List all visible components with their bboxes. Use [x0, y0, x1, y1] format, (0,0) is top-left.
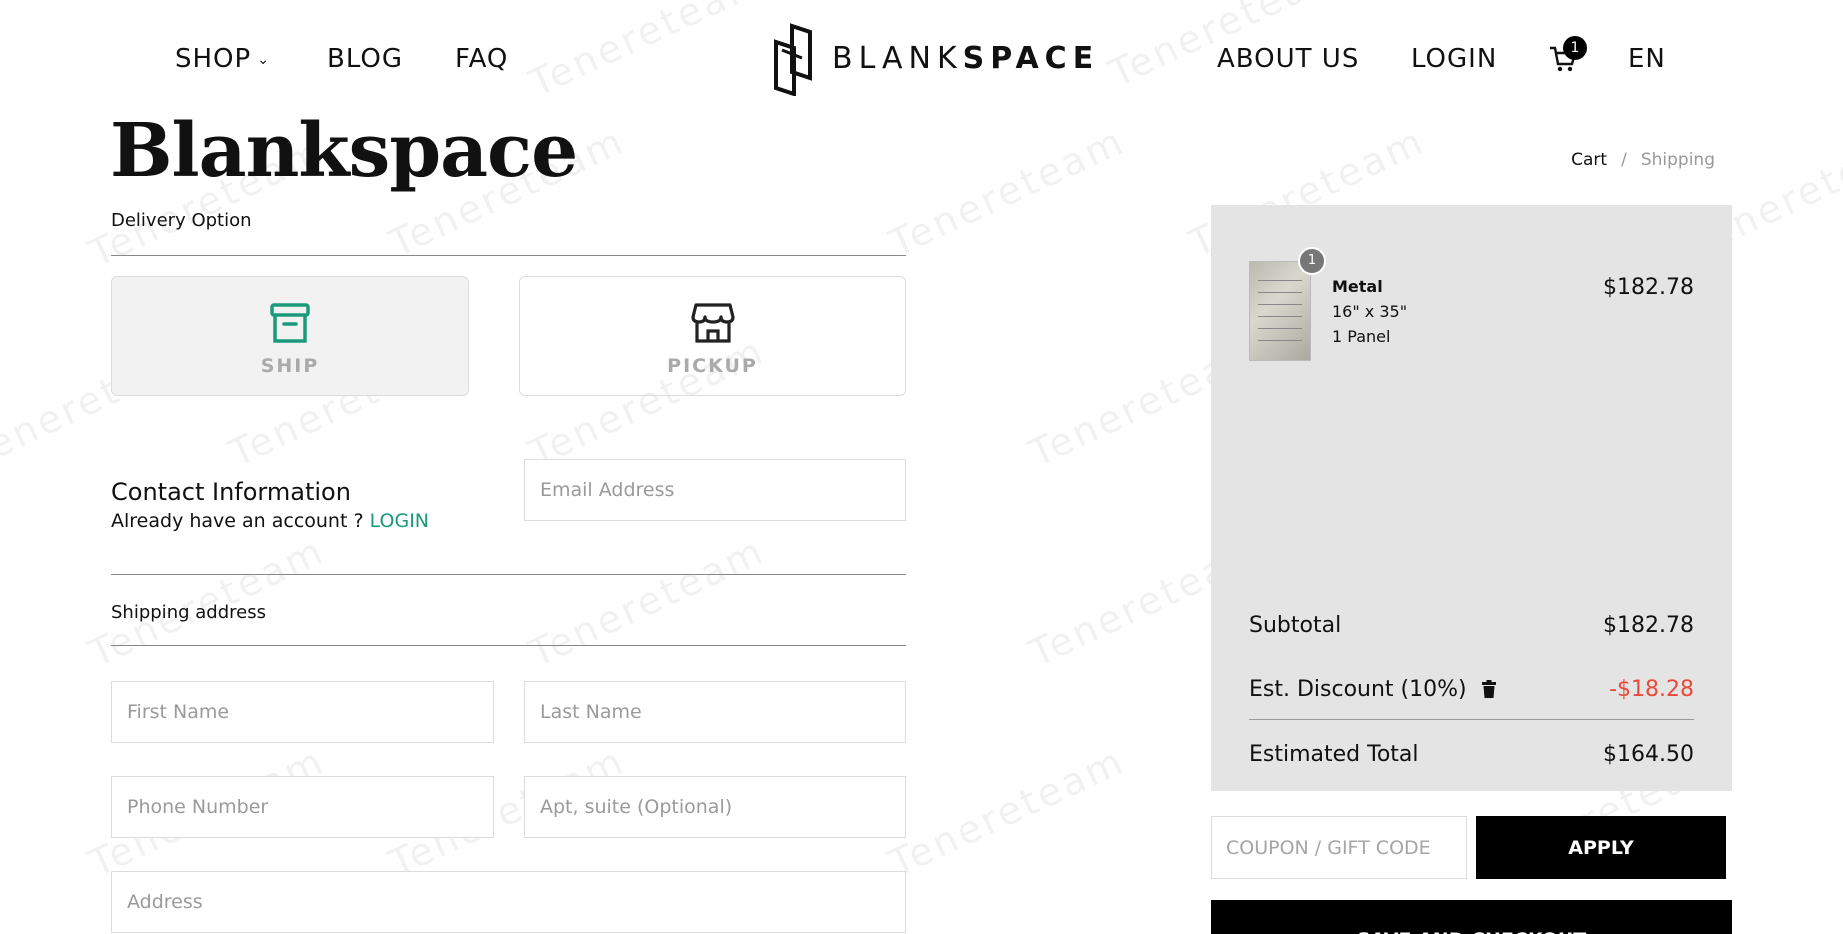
subtotal-label: Subtotal	[1249, 613, 1342, 638]
delivery-option-ship[interactable]: SHIP	[111, 276, 469, 396]
logo-wordmark-light: BLANK	[832, 40, 963, 76]
account-prompt: Already have an account ? LOGIN	[111, 510, 429, 532]
nav-faq[interactable]: FAQ	[455, 44, 508, 74]
first-name-field[interactable]	[111, 681, 494, 743]
account-prompt-text: Already have an account ?	[111, 510, 364, 532]
coupon-input[interactable]	[1211, 816, 1467, 879]
logo-mark-icon	[774, 23, 812, 96]
phone-field[interactable]	[111, 776, 494, 838]
product-thumbnail	[1249, 261, 1311, 361]
apply-coupon-button[interactable]: APPLY	[1476, 816, 1726, 879]
language-selector[interactable]: EN	[1628, 44, 1666, 74]
item-price: $182.78	[1603, 275, 1694, 300]
nav-blog[interactable]: BLOG	[327, 44, 403, 74]
delivery-option-pickup-label: PICKUP	[667, 355, 758, 377]
address-field[interactable]	[111, 871, 906, 933]
logo-wordmark-bold: SPACE	[962, 40, 1100, 76]
email-field[interactable]	[524, 459, 906, 521]
divider	[111, 645, 906, 646]
item-size: 16" x 35"	[1332, 302, 1408, 321]
order-summary-panel: 1 Metal 16" x 35" 1 Panel $182.78 Subtot…	[1211, 205, 1732, 791]
logo-wordmark: BLANKSPACE	[832, 41, 1099, 76]
estimated-total-label: Estimated Total	[1249, 742, 1419, 767]
discount-row: Est. Discount (10%)	[1249, 677, 1496, 702]
subtotal-value: $182.78	[1603, 613, 1694, 638]
discount-label: Est. Discount (10%)	[1249, 677, 1467, 702]
apt-suite-field[interactable]	[524, 776, 906, 838]
item-panels: 1 Panel	[1332, 327, 1391, 346]
item-quantity-badge: 1	[1298, 247, 1326, 275]
breadcrumb-cart[interactable]: Cart	[1571, 150, 1607, 170]
breadcrumb-separator: /	[1621, 150, 1627, 170]
box-icon	[270, 303, 310, 343]
nav-about[interactable]: ABOUT US	[1217, 44, 1359, 74]
summary-divider	[1249, 719, 1694, 720]
delivery-option-ship-label: SHIP	[260, 355, 320, 377]
save-and-checkout-button[interactable]: SAVE AND CHECKOUT	[1211, 900, 1732, 934]
chevron-down-icon: ⌄	[257, 51, 270, 68]
trash-icon[interactable]	[1481, 680, 1496, 698]
nav-shop-label: SHOP	[175, 44, 252, 74]
discount-value: -$18.28	[1609, 677, 1694, 702]
divider	[111, 574, 906, 575]
brand-logo[interactable]: BLANKSPACE	[768, 20, 1099, 96]
delivery-option-label: Delivery Option	[111, 210, 252, 231]
item-name: Metal	[1332, 277, 1383, 296]
breadcrumb: Cart / Shipping	[1571, 150, 1715, 170]
nav-login[interactable]: LOGIN	[1411, 44, 1497, 74]
shipping-address-label: Shipping address	[111, 602, 266, 623]
estimated-total-value: $164.50	[1603, 742, 1694, 767]
cart-count-badge: 1	[1563, 36, 1587, 60]
delivery-option-pickup[interactable]: PICKUP	[519, 276, 906, 396]
breadcrumb-current: Shipping	[1640, 150, 1715, 170]
divider	[111, 255, 906, 256]
page-title: Blankspace	[110, 108, 578, 194]
last-name-field[interactable]	[524, 681, 906, 743]
contact-info-title: Contact Information	[111, 478, 351, 506]
contact-login-link[interactable]: LOGIN	[370, 510, 429, 532]
nav-shop[interactable]: SHOP ⌄	[175, 44, 270, 74]
store-icon	[690, 303, 735, 343]
